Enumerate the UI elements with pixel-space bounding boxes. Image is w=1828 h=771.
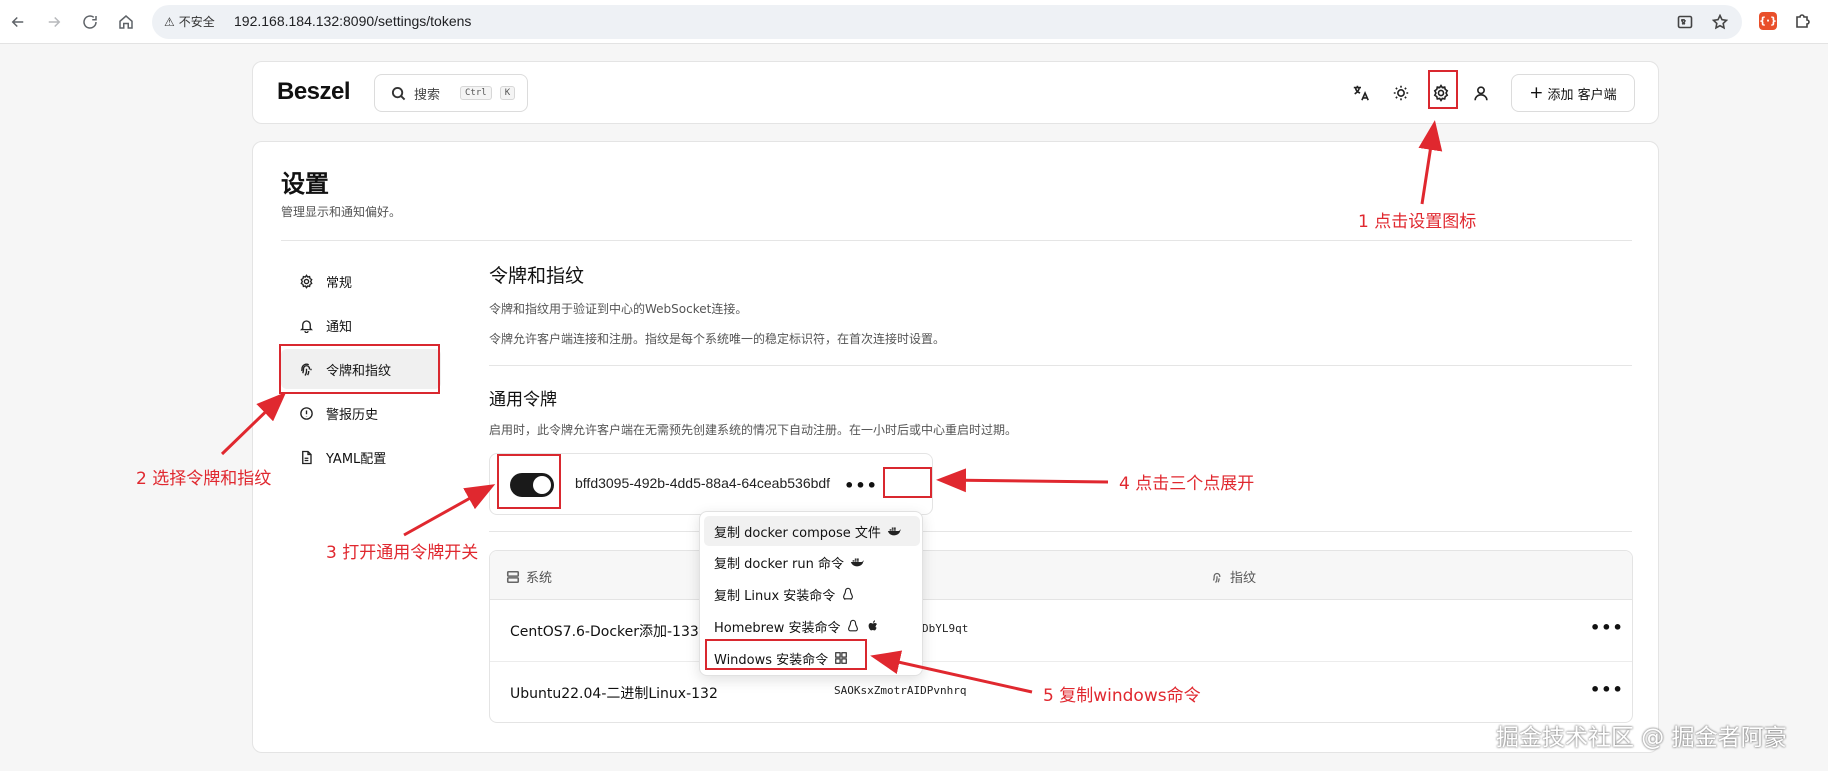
menu-item-docker-run[interactable]: 复制 docker run 命令 <box>704 547 920 577</box>
section-desc-2: 令牌允许客户端连接和注册。指纹是每个系统唯一的稳定标识符，在首次连接时设置。 <box>489 332 946 346</box>
back-icon[interactable] <box>6 10 30 34</box>
language-icon[interactable] <box>1348 80 1374 106</box>
bell-icon <box>299 319 314 333</box>
reload-icon[interactable] <box>78 10 102 34</box>
plus-icon: + <box>1529 82 1544 103</box>
header-divider <box>281 240 1632 241</box>
sidebar-item-label: YAML配置 <box>326 451 387 467</box>
menu-item-label: 复制 Linux 安装命令 <box>714 588 836 604</box>
docker-icon <box>887 527 901 536</box>
annotation-step1: 1 点击设置图标 <box>1358 212 1477 232</box>
menu-item-linux-install[interactable]: 复制 Linux 安装命令 <box>704 579 920 609</box>
watermark: 掘金技术社区 @ 掘金者阿豪 <box>1496 725 1787 751</box>
column-fingerprint[interactable]: 指纹 <box>1210 567 1256 586</box>
annotation-step2: 2 选择令牌和指纹 <box>136 469 272 489</box>
universal-token-title: 通用令牌 <box>489 390 557 410</box>
bookmark-star-icon[interactable] <box>1712 14 1728 30</box>
fingerprint-value: SAOKsxZmotrAIDPvnhrq <box>834 684 967 697</box>
menu-item-docker-compose[interactable]: 复制 docker compose 文件 <box>704 516 920 546</box>
shortcut-key-ctrl: Ctrl <box>460 86 492 100</box>
sidebar-item-label: 警报历史 <box>326 407 379 423</box>
menu-item-label: Homebrew 安装命令 <box>714 620 841 636</box>
search-placeholder: 搜索 <box>414 87 441 103</box>
fingerprint-icon <box>1212 572 1221 583</box>
security-indicator[interactable]: ⚠ 不安全 <box>164 13 215 30</box>
sidebar-item-notifications[interactable]: 通知 <box>281 305 441 345</box>
server-icon <box>506 570 520 583</box>
linux-icon <box>848 619 859 632</box>
gear-icon <box>300 273 313 289</box>
add-client-button[interactable]: + 添加 客户端 <box>1511 74 1635 112</box>
annotation-step3: 3 打开通用令牌开关 <box>326 543 479 563</box>
search-button[interactable]: 搜索 Ctrl K <box>374 74 528 112</box>
page-title: 设置 <box>281 170 329 198</box>
universal-token-desc: 启用时，此令牌允许客户端在无需预先创建系统的情况下自动注册。在一小时后或中心重启… <box>489 423 1018 437</box>
search-icon <box>391 86 406 100</box>
section-divider <box>489 365 1632 366</box>
system-name: CentOS7.6-Docker添加-133 <box>510 624 699 640</box>
section-title: 令牌和指纹 <box>489 265 585 287</box>
translate-page-icon[interactable] <box>1677 14 1693 30</box>
settings-panel: 设置 管理显示和通知偏好。 常规 通知 令牌和指纹 警报历史 YAML配置 令牌… <box>252 141 1659 753</box>
docker-icon <box>850 558 864 567</box>
security-label: 不安全 <box>178 15 215 29</box>
token-divider <box>489 531 1632 532</box>
sidebar-item-alert-history[interactable]: 警报历史 <box>281 393 441 433</box>
token-more-button[interactable]: ••• <box>844 474 877 496</box>
table-header: 系统 指纹 <box>490 551 1632 600</box>
sidebar-item-general[interactable]: 常规 <box>281 261 441 301</box>
menu-item-homebrew-install[interactable]: Homebrew 安装命令 <box>704 611 920 641</box>
menu-item-label: 复制 docker run 命令 <box>714 556 844 572</box>
app-logo[interactable]: Beszel <box>277 78 351 106</box>
column-system[interactable]: 系统 <box>506 567 552 586</box>
highlight-settings-icon <box>1428 70 1458 109</box>
shortcut-key-k: K <box>499 86 516 100</box>
row-more-button[interactable]: ••• <box>1590 618 1624 637</box>
user-icon[interactable] <box>1468 80 1494 106</box>
alert-circle-icon <box>300 406 313 420</box>
fingerprint-value: DbYL9qt <box>922 622 969 635</box>
section-desc-1: 令牌和指纹用于验证到中心的WebSocket连接。 <box>489 302 748 316</box>
row-more-button[interactable]: ••• <box>1590 680 1624 699</box>
sidebar-item-label: 常规 <box>326 275 353 291</box>
page-subtitle: 管理显示和通知偏好。 <box>281 205 402 219</box>
linux-icon <box>843 587 854 601</box>
sidebar-item-label: 通知 <box>326 319 353 335</box>
highlight-windows-item <box>705 639 867 670</box>
warning-icon: ⚠ <box>164 14 175 29</box>
highlight-tokens-menu <box>279 344 440 394</box>
token-value: bffd3095-492b-4dd5-88a4-64ceab536bdf <box>575 475 831 491</box>
table-row[interactable]: CentOS7.6-Docker添加-133 DbYL9qt ••• <box>490 600 1632 662</box>
highlight-more-button <box>883 467 932 498</box>
file-icon <box>302 450 312 464</box>
highlight-toggle <box>497 454 561 509</box>
menu-item-label: 复制 docker compose 文件 <box>714 525 881 541</box>
extensions-puzzle-icon[interactable] <box>1793 11 1813 31</box>
url-text[interactable]: 192.168.184.132:8090/settings/tokens <box>234 13 471 29</box>
theme-sun-icon[interactable] <box>1388 80 1414 106</box>
forward-icon[interactable] <box>42 10 66 34</box>
annotation-step4: 4 点击三个点展开 <box>1119 474 1255 494</box>
annotation-step5: 5 复制windows命令 <box>1043 686 1201 706</box>
column-fingerprint-label: 指纹 <box>1230 571 1257 586</box>
system-name: Ubuntu22.04-二进制Linux-132 <box>510 686 718 702</box>
address-bar[interactable]: ⚠ 不安全 192.168.184.132:8090/settings/toke… <box>152 5 1742 39</box>
add-client-label: 添加 客户端 <box>1547 87 1617 103</box>
extension-icon[interactable]: {·} <box>1759 12 1777 30</box>
browser-toolbar: ⚠ 不安全 192.168.184.132:8090/settings/toke… <box>0 0 1828 44</box>
apple-icon <box>869 620 878 631</box>
column-system-label: 系统 <box>526 571 553 586</box>
home-icon[interactable] <box>114 10 138 34</box>
sidebar-item-yaml[interactable]: YAML配置 <box>281 437 441 477</box>
